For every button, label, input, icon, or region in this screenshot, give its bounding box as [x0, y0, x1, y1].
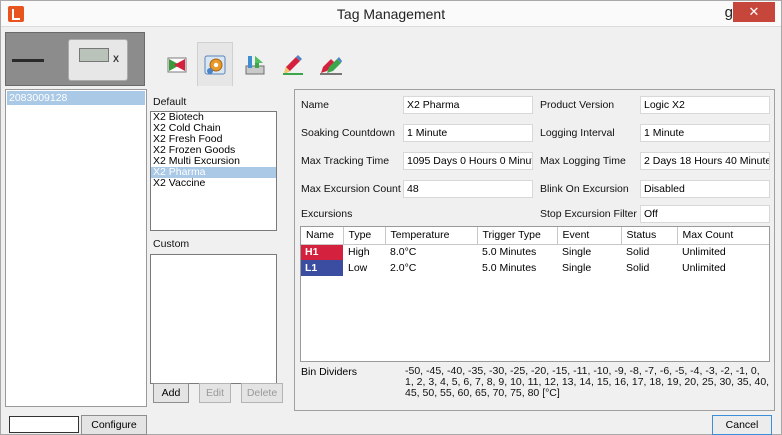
excursion-temperature-cell: 8.0°C	[390, 246, 417, 259]
profile-details-panel: Name X2 Pharma Product Version Logic X2 …	[294, 89, 775, 411]
name-label: Name	[301, 99, 330, 111]
excursion-status-cell: Solid	[626, 262, 650, 274]
toolbar-button-upload[interactable]	[237, 46, 273, 84]
upload-icon	[245, 56, 265, 75]
flag-icon	[167, 57, 187, 73]
bin-dividers-value: -50, -45, -40, -35, -30, -25, -20, -15, …	[405, 365, 770, 399]
stop-excursion-filter-field: Off	[640, 205, 770, 223]
close-button[interactable]: ✕	[733, 2, 775, 22]
excursion-trigger-cell: 5.0 Minutes	[482, 262, 537, 274]
excursion-type-cell: Low	[348, 262, 368, 274]
excursion-max-count-cell: Unlimited	[682, 262, 726, 274]
soaking-countdown-label: Soaking Countdown	[301, 127, 395, 139]
custom-profile-list[interactable]	[150, 254, 277, 384]
excursion-name-cell: H1	[301, 244, 343, 260]
gear-icon	[204, 55, 226, 74]
excursions-label: Excursions	[301, 208, 353, 220]
add-profile-button[interactable]: Add	[153, 383, 189, 403]
max-excursion-count-label: Max Excursion Count	[301, 183, 401, 195]
toolbar-button-edit-multi[interactable]	[313, 46, 349, 84]
configure-status-box	[9, 416, 79, 433]
name-field: X2 Pharma	[403, 96, 533, 114]
bin-dividers-label: Bin Dividers	[301, 366, 358, 378]
profile-item[interactable]: X2 Vaccine	[151, 178, 276, 189]
device-body: X	[68, 39, 128, 81]
tag-management-window: Tag Management g ✕ X 2083009128 Default …	[0, 0, 782, 435]
stop-excursion-filter-label: Stop Excursion Filter	[540, 208, 637, 220]
column-header-temperature[interactable]: Temperature	[385, 227, 478, 245]
window-title: Tag Management	[336, 6, 446, 22]
logging-interval-label: Logging Interval	[540, 127, 615, 139]
soaking-countdown-field: 1 Minute	[403, 124, 533, 142]
max-tracking-time-label: Max Tracking Time	[301, 155, 390, 167]
background-window-text: g	[724, 4, 733, 21]
toolbar: X	[1, 28, 781, 86]
excursion-type-cell: High	[348, 246, 370, 259]
tag-serial-item[interactable]: 2083009128	[7, 91, 145, 105]
column-header-status[interactable]: Status	[621, 227, 678, 245]
edit-icon	[283, 55, 303, 75]
default-profile-list[interactable]: X2 Biotech X2 Cold Chain X2 Fresh Food X…	[150, 111, 277, 231]
excursion-name-cell: L1	[301, 260, 343, 276]
default-profiles-label: Default	[153, 96, 187, 108]
max-logging-time-field: 2 Days 18 Hours 40 Minute	[640, 152, 770, 170]
close-icon: ✕	[748, 4, 760, 19]
excursion-trigger-cell: 5.0 Minutes	[482, 246, 537, 259]
table-header-row: Name Type Temperature Trigger Type Event…	[301, 227, 769, 245]
column-header-max-count[interactable]: Max Count	[677, 227, 769, 245]
toolbar-button-flag[interactable]	[159, 46, 195, 84]
excursion-status-cell: Solid	[626, 246, 650, 259]
configure-button[interactable]: Configure	[81, 415, 147, 435]
edit-profile-button[interactable]: Edit	[199, 383, 231, 403]
logging-interval-field: 1 Minute	[640, 124, 770, 142]
max-excursion-count-field: 48	[403, 180, 533, 198]
excursion-event-cell: Single	[562, 262, 592, 274]
toolbar-button-settings[interactable]	[197, 42, 233, 86]
table-row[interactable]: L1 Low 2.0°C 5.0 Minutes Single Solid Un…	[301, 260, 769, 276]
toolbar-button-edit[interactable]	[275, 46, 311, 84]
excursion-event-cell: Single	[562, 246, 592, 259]
device-image: X	[5, 32, 145, 86]
blink-on-excursion-label: Blink On Excursion	[540, 183, 629, 195]
device-model-text: X	[113, 54, 120, 64]
device-screen	[79, 48, 109, 62]
cancel-button[interactable]: Cancel	[712, 415, 772, 435]
column-header-type[interactable]: Type	[343, 227, 386, 245]
excursion-temperature-cell: 2.0°C	[390, 262, 417, 274]
custom-profiles-label: Custom	[153, 238, 190, 250]
delete-profile-button[interactable]: Delete	[241, 383, 283, 403]
product-version-field: Logic X2	[640, 96, 770, 114]
excursion-max-count-cell: Unlimited	[682, 246, 726, 259]
max-tracking-time-field: 1095 Days 0 Hours 0 Minut	[403, 152, 533, 170]
column-header-event[interactable]: Event	[557, 227, 622, 245]
column-header-name[interactable]: Name	[301, 227, 344, 245]
tag-serial-list[interactable]: 2083009128	[5, 89, 147, 407]
product-version-label: Product Version	[540, 99, 615, 111]
table-row[interactable]: H1 High 8.0°C 5.0 Minutes Single Solid U…	[301, 244, 769, 260]
device-cable	[12, 59, 44, 62]
edit-multi-icon	[320, 57, 342, 75]
title-bar[interactable]: Tag Management g ✕	[1, 1, 781, 27]
blink-on-excursion-field: Disabled	[640, 180, 770, 198]
column-header-trigger-type[interactable]: Trigger Type	[477, 227, 558, 245]
max-logging-time-label: Max Logging Time	[540, 155, 626, 167]
profile-panel: Default X2 Biotech X2 Cold Chain X2 Fres…	[150, 89, 286, 411]
excursions-table[interactable]: Name Type Temperature Trigger Type Event…	[300, 226, 770, 362]
footer-bar: Configure Cancel	[1, 414, 781, 435]
